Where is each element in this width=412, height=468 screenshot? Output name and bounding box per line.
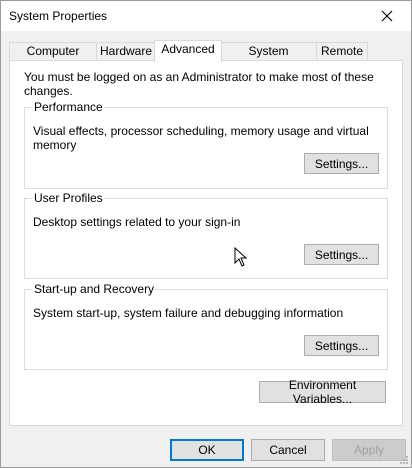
apply-button[interactable]: Apply <box>332 439 406 461</box>
ok-button[interactable]: OK <box>170 439 244 461</box>
cancel-button[interactable]: Cancel <box>251 439 325 461</box>
tab-advanced[interactable]: Advanced <box>154 40 222 62</box>
tab-strip: Computer Name Hardware Advanced System P… <box>9 40 403 75</box>
admin-notice: You must be logged on as an Administrato… <box>24 70 374 98</box>
user-profiles-settings-button[interactable]: Settings... <box>304 244 379 265</box>
tab-system-protection[interactable]: System Protection <box>220 42 317 75</box>
system-properties-window: System Properties Computer Name Hardware… <box>0 0 412 468</box>
startup-recovery-description: System start-up, system failure and debu… <box>33 306 344 320</box>
tab-computer-name[interactable]: Computer Name <box>9 42 97 75</box>
close-button[interactable] <box>367 3 407 29</box>
user-profiles-group: User Profiles Desktop settings related t… <box>24 191 388 279</box>
tab-hardware[interactable]: Hardware <box>96 42 156 61</box>
environment-variables-button[interactable]: Environment Variables... <box>259 378 386 406</box>
advanced-tab-panel: You must be logged on as an Administrato… <box>9 60 403 426</box>
window-title: System Properties <box>9 9 108 23</box>
performance-settings-button[interactable]: Settings... <box>304 153 379 174</box>
user-profiles-description: Desktop settings related to your sign-in <box>33 215 241 229</box>
title-bar[interactable]: System Properties <box>1 1 411 31</box>
tab-remote[interactable]: Remote <box>316 42 368 61</box>
performance-group-label: Performance <box>33 100 104 114</box>
mouse-pointer-icon <box>234 247 248 267</box>
startup-recovery-group: Start-up and Recovery System start-up, s… <box>24 282 388 370</box>
close-icon <box>381 10 393 22</box>
startup-recovery-group-label: Start-up and Recovery <box>33 282 156 296</box>
startup-recovery-settings-button[interactable]: Settings... <box>304 335 379 356</box>
resize-grip-icon[interactable] <box>399 455 409 465</box>
performance-group: Performance Visual effects, processor sc… <box>24 100 388 189</box>
performance-description: Visual effects, processor scheduling, me… <box>33 124 369 152</box>
user-profiles-group-label: User Profiles <box>33 191 104 205</box>
